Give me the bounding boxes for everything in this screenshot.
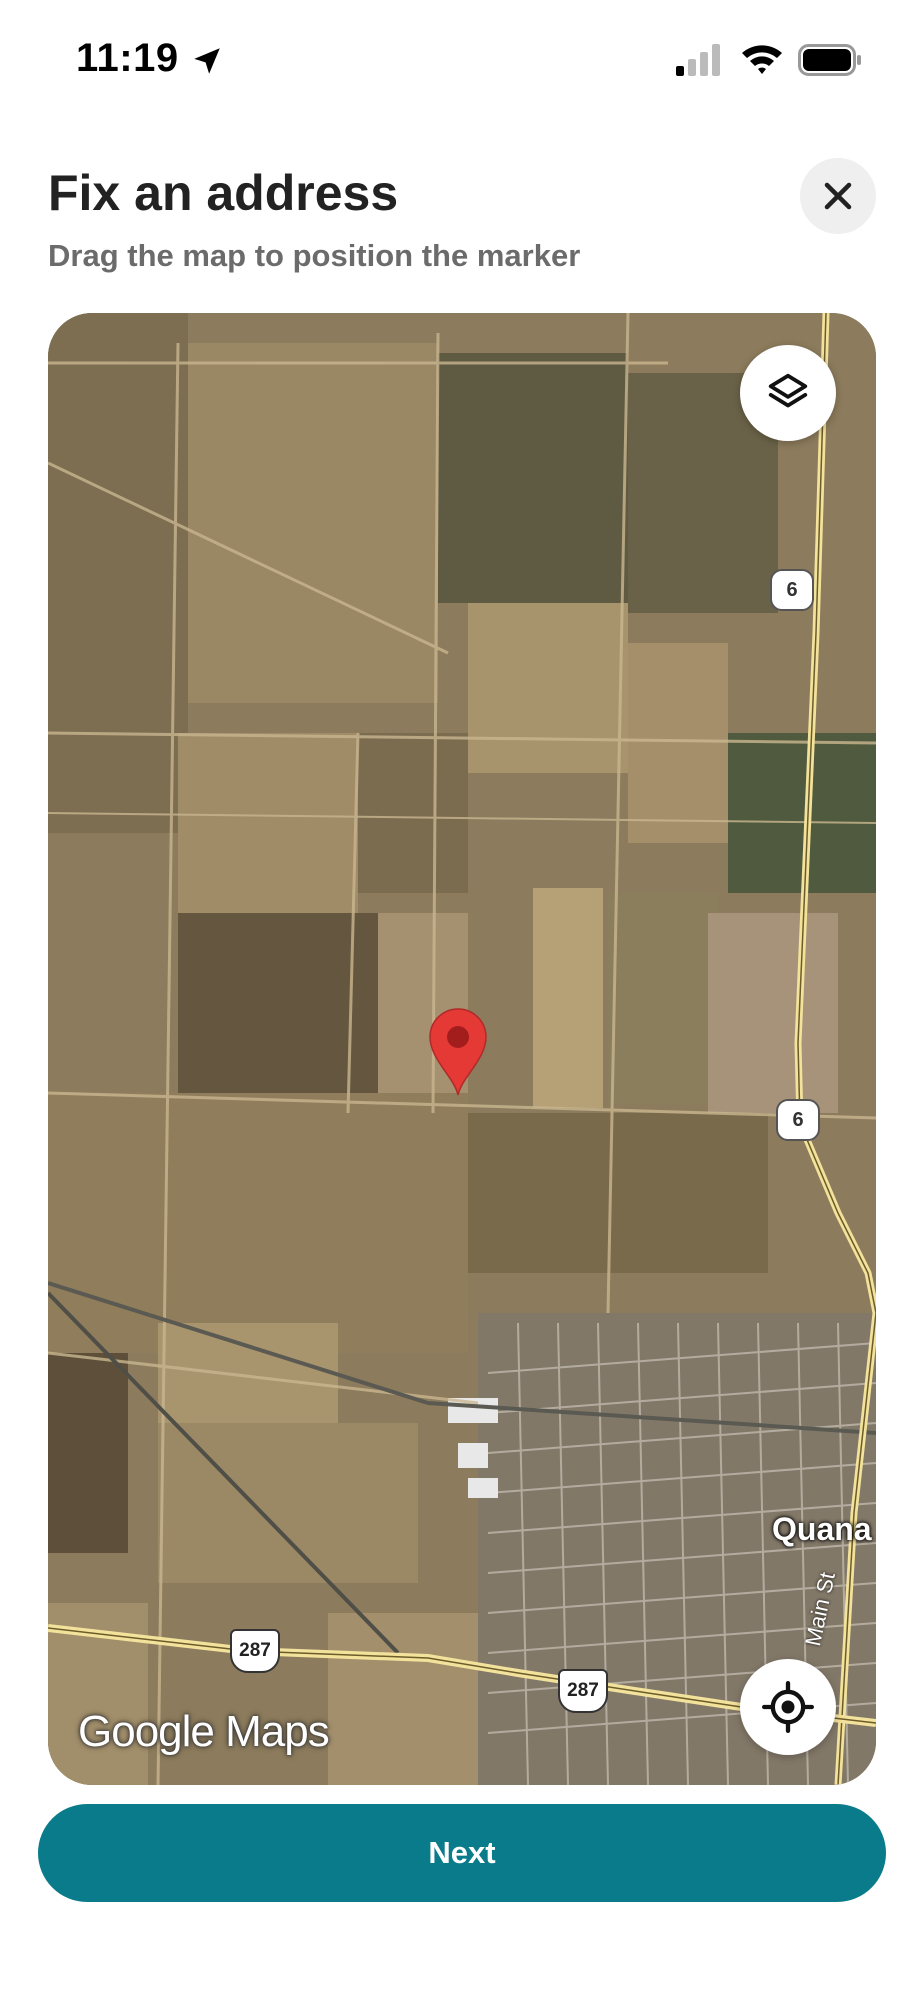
wifi-icon	[742, 45, 782, 74]
cellular-signal-icon	[676, 44, 720, 76]
map-layers-button[interactable]	[740, 345, 836, 441]
my-location-button[interactable]	[740, 1659, 836, 1755]
satellite-map[interactable]: 6 6 287 287 Quana Main St Google Maps	[48, 313, 876, 1785]
map-attribution: Google Maps	[78, 1707, 330, 1756]
my-location-icon	[762, 1681, 814, 1733]
route-shield-287: 287	[230, 1629, 280, 1673]
close-icon	[824, 182, 852, 210]
route-shield-287: 287	[558, 1669, 608, 1713]
city-label: Quana	[772, 1511, 872, 1547]
battery-icon	[798, 44, 861, 76]
status-time: 11:19	[76, 36, 179, 80]
next-button[interactable]: Next	[38, 1804, 886, 1902]
close-button[interactable]	[800, 158, 876, 234]
location-arrow-icon	[194, 48, 220, 74]
layers-icon	[768, 373, 808, 408]
page-title: Fix an address	[48, 165, 399, 221]
location-marker-pin-icon	[429, 1008, 487, 1096]
route-shield-6: 6	[770, 569, 814, 611]
page-subtitle: Drag the map to position the marker	[48, 238, 581, 273]
route-shield-6: 6	[776, 1099, 820, 1141]
status-bar: 11:19	[0, 0, 924, 120]
